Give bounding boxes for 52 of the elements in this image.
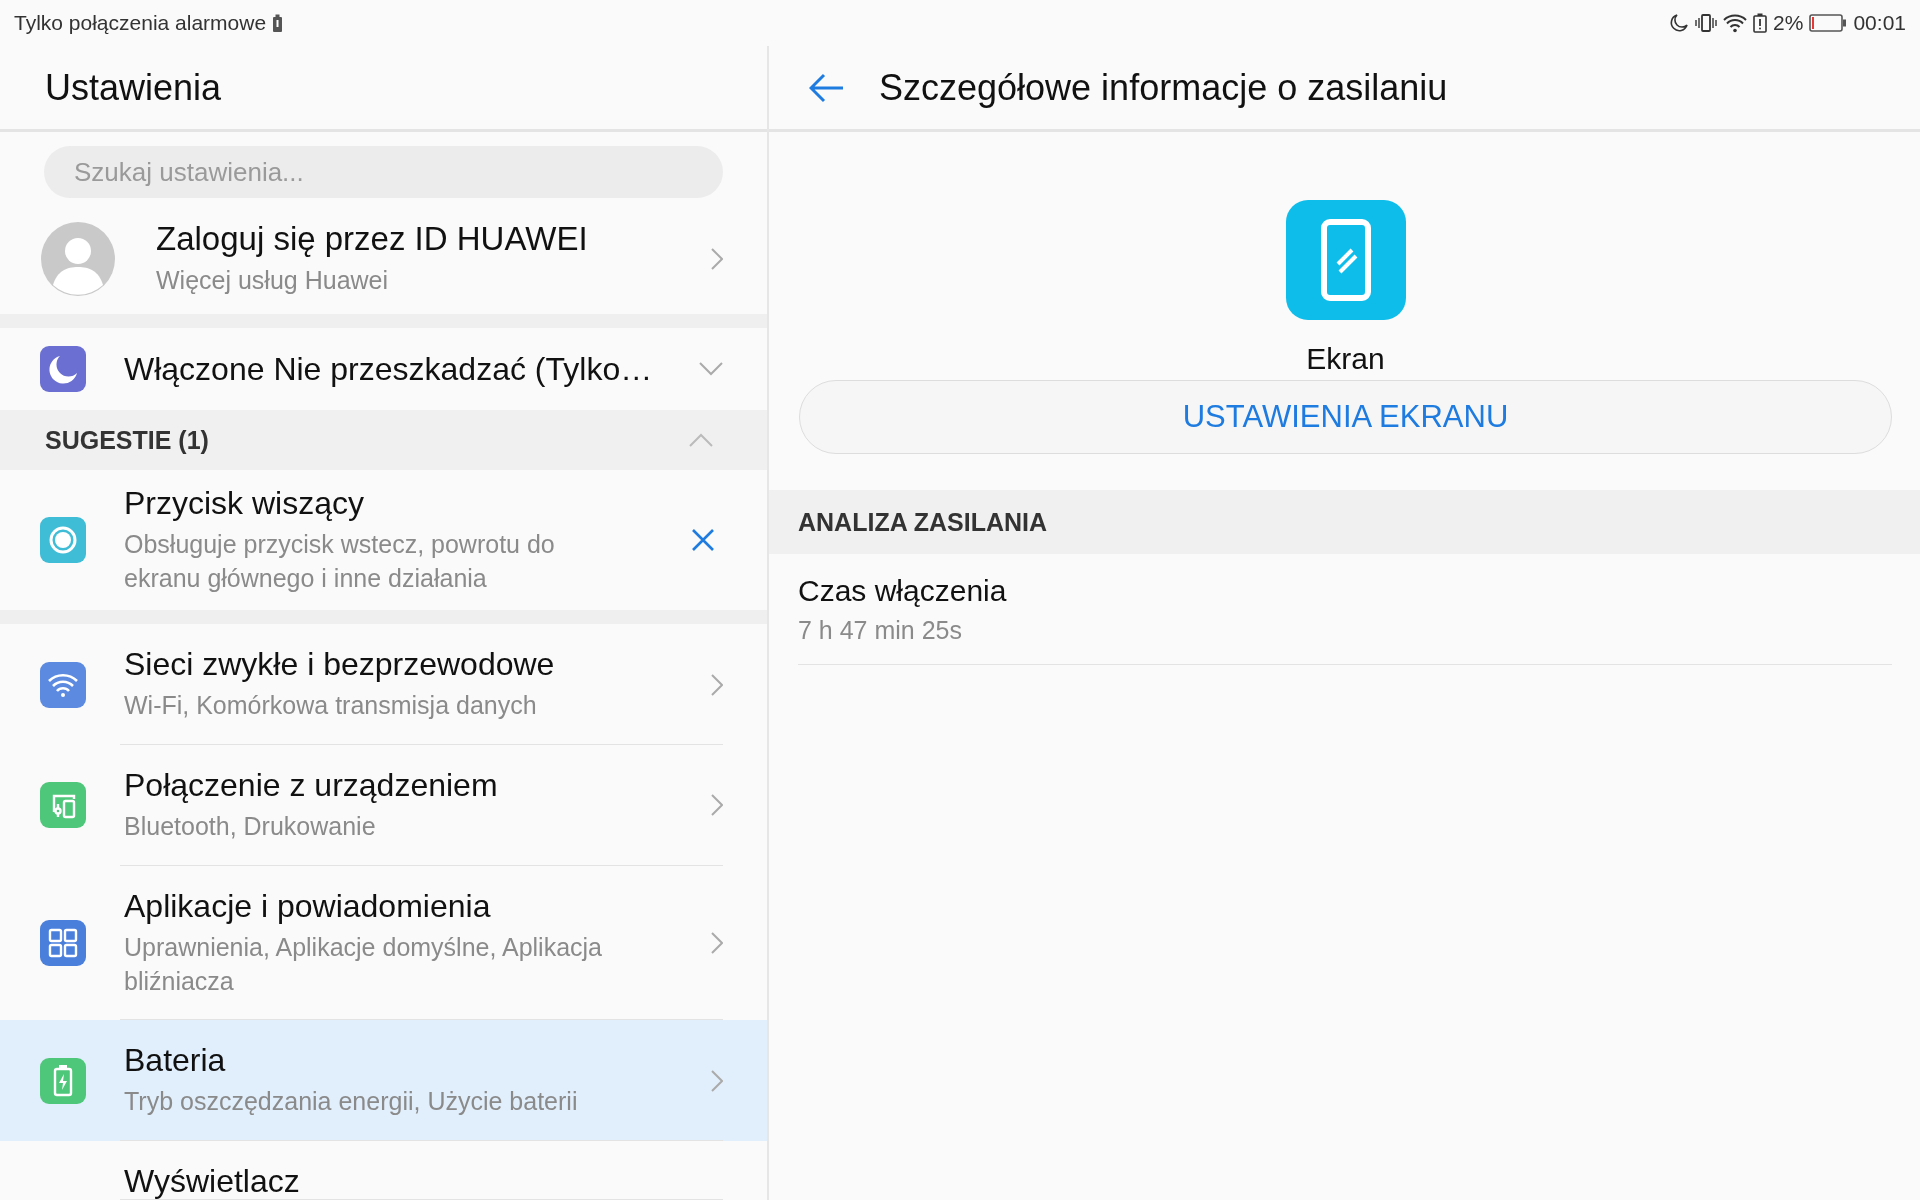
item-title: Aplikacje i powiadomienia — [124, 887, 492, 925]
chevron-icon[interactable] — [699, 362, 723, 377]
section-header: SUGESTIE (1) — [45, 425, 209, 455]
battery-alert-icon — [1753, 13, 1768, 33]
screen-title: Ustawienia — [45, 66, 222, 109]
moon-icon — [40, 346, 86, 393]
close-icon[interactable] — [691, 528, 715, 553]
avatar-icon — [40, 221, 116, 298]
section-header: ANALIZA ZASILANIA — [798, 507, 1048, 537]
battery-icon — [1809, 14, 1848, 32]
item-title: Bateria — [124, 1042, 227, 1080]
item-title: Połączenie z urządzeniem — [124, 767, 499, 804]
battery-icon — [272, 14, 284, 32]
wifi-icon — [1723, 13, 1748, 33]
app-name: Ekran — [1306, 342, 1385, 376]
back-icon[interactable] — [809, 72, 845, 103]
chevron-right-icon — [711, 248, 723, 271]
vibrate-icon — [1695, 13, 1718, 33]
settings-item[interactable]: Bateria Tryb oszczędzania energii, Użycie baterii — [0, 1020, 767, 1141]
chevron-right-icon — [711, 932, 723, 954]
item-title: Wyświetlacz — [124, 1163, 301, 1200]
chevron-right-icon — [711, 673, 723, 696]
account-row[interactable]: Zaloguj się przez ID HUAWEI Więcej usług Huawei — [0, 204, 767, 315]
ring-icon — [40, 517, 86, 564]
status-text: Tylko połączenia alarmowe — [14, 11, 267, 35]
account-subtitle: Więcej usług Huawei — [156, 265, 390, 297]
item-title: Sieci zwykłe i bezprzewodowe — [124, 646, 556, 684]
display-settings-button[interactable]: USTAWIENIA EKRANU — [799, 380, 1892, 454]
dnd-row[interactable]: Włączone Nie przeszkadzać (Tylko… — [0, 328, 767, 411]
info-title: Czas włączenia — [798, 574, 1008, 608]
chevron-right-icon — [711, 794, 723, 817]
item-subtitle: Bluetooth, Drukowanie — [124, 811, 377, 842]
info-value: 7 h 47 min 25s — [798, 615, 963, 646]
suggestion-subtitle: Obsługuje przycisk wstecz, powrotu do ekranu głównego i inne działania — [124, 528, 556, 594]
item-subtitle: Uprawnienia, Aplikacje domyślne, Aplikacja bliźniacza — [124, 931, 604, 997]
settings-item[interactable]: Sieci zwykłe i bezprzewodowe Wi-Fi, Komórkowa transmisja danych — [0, 624, 767, 745]
item-subtitle: Wi-Fi, Komórkowa transmisja danych — [124, 690, 538, 722]
item-subtitle: Tryb oszczędzania energii, Użycie baterii — [124, 1086, 579, 1118]
dnd-label: Włączone Nie przeszkadzać (Tylko… — [124, 350, 654, 388]
search-field[interactable]: Szukaj ustawienia... — [44, 146, 723, 198]
suggestion-row[interactable]: Przycisk wiszący Obsługuje przycisk wstecz, powrotu do ekranu głównego i inne działania — [0, 470, 767, 611]
battery-percent: 2% — [1773, 11, 1804, 35]
screen-title: Szczegółowe informacje o zasilaniu — [879, 66, 1448, 109]
clock: 00:01 — [1853, 11, 1906, 35]
chevron-right-icon — [711, 1069, 723, 1092]
phone-app-icon — [1285, 200, 1406, 320]
moon-icon — [1669, 13, 1690, 33]
suggestion-title: Przycisk wiszący — [124, 484, 365, 522]
settings-item[interactable]: Wyświetlacz — [0, 1141, 767, 1200]
settings-item[interactable]: Aplikacje i powiadomienia Uprawnienia, Aplikacje domyślne, Aplikacja bliźniacza — [0, 865, 767, 1021]
settings-item[interactable]: Połączenie z urządzeniem Bluetooth, Drukowanie — [0, 745, 767, 866]
account-title: Zaloguj się przez ID HUAWEI — [156, 220, 589, 259]
